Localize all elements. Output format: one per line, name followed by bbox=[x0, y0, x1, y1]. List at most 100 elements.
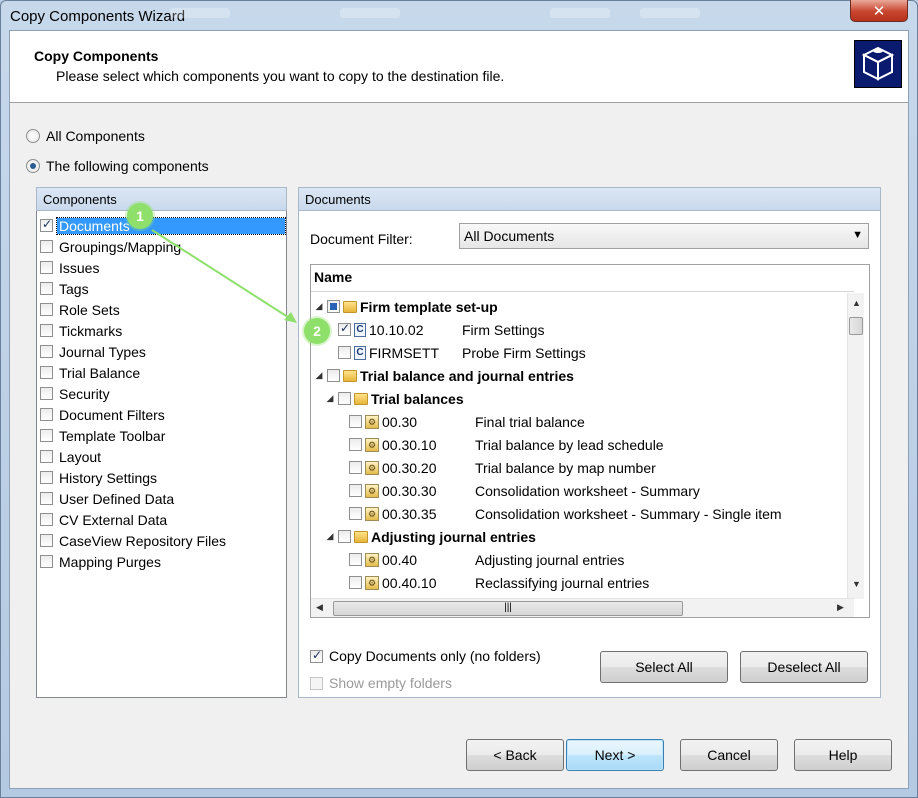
tree-checkbox[interactable] bbox=[349, 576, 362, 589]
radio-following-components-circle[interactable] bbox=[26, 159, 40, 173]
folder-icon bbox=[343, 369, 357, 382]
radio-following-components[interactable]: The following components bbox=[26, 158, 209, 174]
tree-checkbox[interactable] bbox=[349, 507, 362, 520]
tree-document-row[interactable]: C FIRMSETT Probe Firm Settings bbox=[325, 341, 586, 364]
component-checkbox[interactable] bbox=[40, 217, 53, 232]
show-empty-folders-box[interactable] bbox=[310, 676, 323, 690]
component-label: CaseView Repository Files bbox=[59, 532, 227, 549]
wizard-header: Copy Components Please select which comp… bbox=[10, 31, 908, 103]
document-ref: 00.40 bbox=[382, 551, 418, 568]
tree-document-row[interactable]: ⚙ 00.30.35 Consolidation worksheet - Summa… bbox=[336, 502, 782, 525]
copy-documents-only-checkbox[interactable]: Copy Documents only (no folders) bbox=[310, 648, 541, 664]
tree-checkbox[interactable] bbox=[327, 300, 340, 313]
tree-checkbox[interactable] bbox=[338, 321, 351, 336]
component-item[interactable]: User Defined Data bbox=[39, 488, 285, 509]
tree-checkbox[interactable] bbox=[327, 369, 340, 382]
background-toolbar-ghost bbox=[160, 8, 700, 22]
tree-checkbox[interactable] bbox=[349, 553, 362, 566]
component-checkbox[interactable] bbox=[40, 534, 53, 547]
document-filter-select[interactable]: All Documents ▼ bbox=[459, 223, 869, 249]
document-name: Final trial balance bbox=[475, 413, 585, 430]
close-button[interactable]: ✕ bbox=[850, 0, 908, 22]
tree-checkbox[interactable] bbox=[349, 461, 362, 474]
help-button[interactable]: Help bbox=[794, 739, 892, 771]
component-checkbox[interactable] bbox=[40, 261, 53, 274]
component-item[interactable]: Groupings/Mapping bbox=[39, 236, 285, 257]
tree-document-row[interactable]: ⚙ 00.30 Final trial balance bbox=[336, 410, 585, 433]
tree-checkbox[interactable] bbox=[349, 415, 362, 428]
component-item[interactable]: Document Filters bbox=[39, 404, 285, 425]
component-checkbox[interactable] bbox=[40, 324, 53, 337]
component-checkbox[interactable] bbox=[40, 387, 53, 400]
component-checkbox[interactable] bbox=[40, 513, 53, 526]
scroll-left-arrow-icon[interactable]: ◀ bbox=[316, 602, 323, 613]
radio-all-components-circle[interactable] bbox=[26, 129, 40, 143]
tree-folder-row[interactable]: ◢ Trial balance and journal entries bbox=[314, 364, 574, 387]
component-item[interactable]: Security bbox=[39, 383, 285, 404]
vertical-scrollbar[interactable]: ▲ ▼ bbox=[847, 293, 864, 599]
expand-triangle-icon[interactable]: ◢ bbox=[325, 531, 335, 542]
tree-document-row[interactable]: ⚙ 00.40 Adjusting journal entries bbox=[336, 548, 624, 571]
component-checkbox[interactable] bbox=[40, 282, 53, 295]
tree-document-row[interactable]: ⚙ 00.40.10 Reclassifying journal entries bbox=[336, 571, 649, 594]
tree-checkbox[interactable] bbox=[349, 484, 362, 497]
component-item[interactable]: CV External Data bbox=[39, 509, 285, 530]
vertical-scroll-thumb[interactable] bbox=[849, 317, 863, 335]
tree-checkbox[interactable] bbox=[338, 530, 351, 543]
select-all-button[interactable]: Select All bbox=[600, 651, 728, 683]
component-item[interactable]: Layout bbox=[39, 446, 285, 467]
component-item[interactable]: Template Toolbar bbox=[39, 425, 285, 446]
deselect-all-button[interactable]: Deselect All bbox=[740, 651, 868, 683]
component-checkbox[interactable] bbox=[40, 366, 53, 379]
expand-triangle-icon[interactable]: ◢ bbox=[314, 370, 324, 381]
component-label: CV External Data bbox=[59, 511, 168, 528]
component-checkbox[interactable] bbox=[40, 240, 53, 253]
expand-triangle-icon[interactable]: ◢ bbox=[314, 301, 324, 312]
show-empty-folders-checkbox[interactable]: Show empty folders bbox=[310, 675, 452, 691]
next-button[interactable]: Next > bbox=[566, 739, 664, 771]
component-label: Role Sets bbox=[59, 301, 120, 318]
tree-document-row[interactable]: C10.10.02 Firm Settings bbox=[325, 318, 544, 341]
component-checkbox[interactable] bbox=[40, 471, 53, 484]
tree-checkbox[interactable] bbox=[338, 392, 351, 405]
tree-folder-row[interactable]: ◢ Adjusting journal entries bbox=[325, 525, 536, 548]
tree-checkbox[interactable] bbox=[349, 438, 362, 451]
tree-document-row[interactable]: ⚙ 00.30.20 Trial balance by map number bbox=[336, 456, 656, 479]
radio-all-components[interactable]: All Components bbox=[26, 128, 145, 144]
component-item[interactable]: History Settings bbox=[39, 467, 285, 488]
tree-column-header-name[interactable]: Name bbox=[311, 265, 854, 292]
cancel-button[interactable]: Cancel bbox=[680, 739, 778, 771]
tree-folder-row[interactable]: ◢ Firm template set-up bbox=[314, 295, 498, 318]
tree-document-row[interactable]: ⚙ 00.30.30 Consolidation worksheet - Summa… bbox=[336, 479, 700, 502]
horizontal-scrollbar[interactable]: ◀ ||| ▶ bbox=[311, 598, 854, 617]
component-item[interactable]: Role Sets bbox=[39, 299, 285, 320]
component-item[interactable]: Trial Balance bbox=[39, 362, 285, 383]
component-checkbox[interactable] bbox=[40, 345, 53, 358]
component-checkbox[interactable] bbox=[40, 408, 53, 421]
tree-folder-row[interactable]: ◢ Trial balances bbox=[325, 387, 464, 410]
scroll-up-arrow-icon[interactable]: ▲ bbox=[852, 298, 861, 308]
component-item[interactable]: Tickmarks bbox=[39, 320, 285, 341]
excel-document-icon: ⚙ bbox=[365, 506, 379, 521]
component-item[interactable]: Issues bbox=[39, 257, 285, 278]
scroll-down-arrow-icon[interactable]: ▼ bbox=[852, 579, 861, 589]
horizontal-scroll-thumb[interactable]: ||| bbox=[333, 601, 683, 616]
component-item[interactable]: Journal Types bbox=[39, 341, 285, 362]
tree-checkbox[interactable] bbox=[338, 346, 351, 359]
documents-tree[interactable]: Name ◢ Firm template set-up C10.10.02 Firm … bbox=[310, 264, 870, 618]
copy-documents-only-box[interactable] bbox=[310, 648, 323, 663]
component-item[interactable]: CaseView Repository Files bbox=[39, 530, 285, 551]
component-checkbox[interactable] bbox=[40, 450, 53, 463]
component-checkbox[interactable] bbox=[40, 303, 53, 316]
document-ref: 00.30 bbox=[382, 413, 418, 430]
scroll-right-arrow-icon[interactable]: ▶ bbox=[837, 602, 844, 613]
component-item[interactable]: Mapping Purges bbox=[39, 551, 285, 572]
tree-document-row[interactable]: ⚙ 00.30.10 Trial balance by lead schedule bbox=[336, 433, 664, 456]
back-button[interactable]: < Back bbox=[466, 739, 564, 771]
component-checkbox[interactable] bbox=[40, 555, 53, 568]
expand-triangle-icon[interactable]: ◢ bbox=[325, 393, 335, 404]
component-checkbox[interactable] bbox=[40, 492, 53, 505]
component-item[interactable]: Documents bbox=[39, 215, 286, 236]
component-item[interactable]: Tags bbox=[39, 278, 285, 299]
component-checkbox[interactable] bbox=[40, 429, 53, 442]
